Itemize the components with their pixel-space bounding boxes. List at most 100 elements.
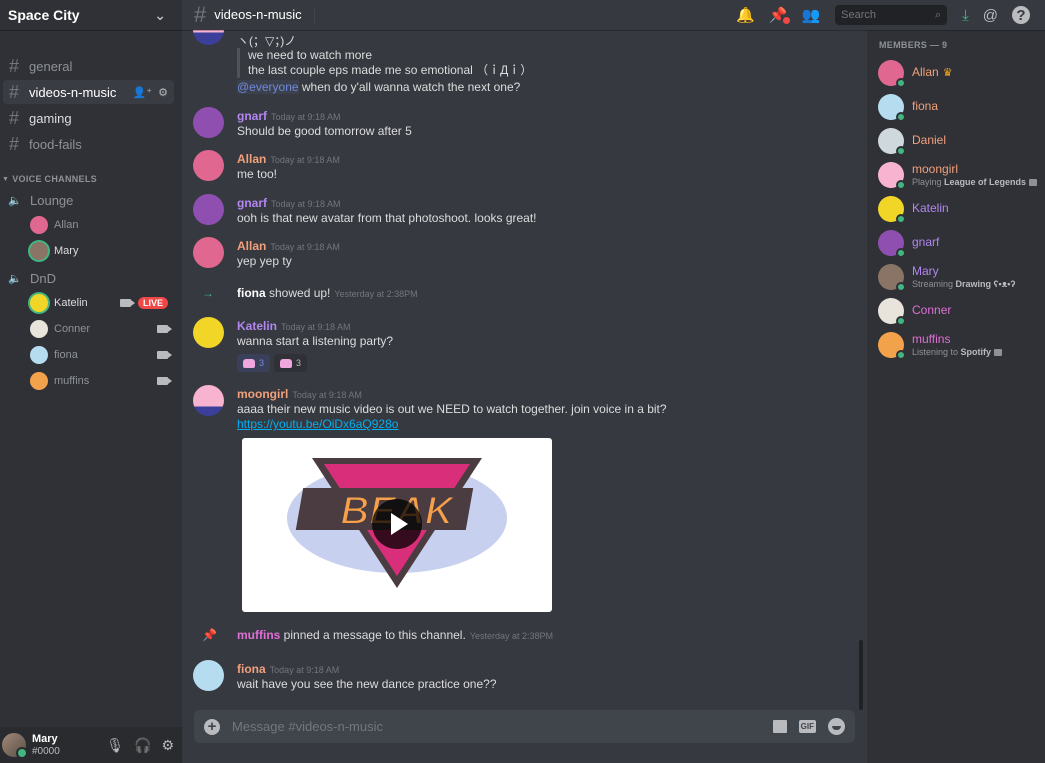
author-name[interactable]: gnarf bbox=[237, 109, 267, 123]
youtube-link[interactable]: https://youtu.be/OiDx6aQ928o bbox=[237, 417, 398, 431]
emoji-icon[interactable] bbox=[828, 718, 845, 735]
avatar[interactable] bbox=[193, 194, 224, 225]
channel-food-fails[interactable]: # food-fails bbox=[3, 132, 174, 156]
avatar bbox=[30, 216, 48, 234]
message-text: me too! bbox=[237, 167, 278, 181]
channel-videos-n-music[interactable]: # videos-n-music 👤⁺ ⚙ bbox=[3, 80, 174, 104]
timestamp: Today at 9:18 AM bbox=[269, 665, 340, 675]
avatar[interactable] bbox=[193, 385, 224, 416]
author-name[interactable]: Katelin bbox=[237, 319, 277, 333]
member-name: Conner bbox=[912, 303, 952, 318]
author-name[interactable]: fiona bbox=[237, 286, 266, 300]
member-item[interactable]: moongirl Playing League of Legends bbox=[867, 158, 1045, 192]
voice-category[interactable]: ▼ VOICE CHANNELS bbox=[0, 172, 182, 186]
members-icon[interactable]: 👥 bbox=[801, 6, 820, 24]
member-item[interactable]: Daniel bbox=[867, 124, 1045, 158]
member-item[interactable]: fiona bbox=[867, 90, 1045, 124]
avatar[interactable] bbox=[193, 660, 224, 691]
chevron-down-icon: ⌄ bbox=[154, 6, 166, 23]
timestamp: Today at 9:18 AM bbox=[271, 112, 341, 122]
member-item[interactable]: gnarf bbox=[867, 226, 1045, 260]
avatar[interactable] bbox=[193, 107, 224, 138]
member-item[interactable]: muffins Listening to Spotify bbox=[867, 328, 1045, 362]
member-activity: Streaming Drawing ʕ•ᴥ•ʔ bbox=[912, 278, 1016, 289]
author-name[interactable]: Allan bbox=[237, 152, 266, 166]
avatar bbox=[878, 128, 906, 156]
online-status-icon bbox=[896, 350, 906, 360]
author-name[interactable]: muffins bbox=[237, 628, 280, 642]
timestamp: Today at 9:18 AM bbox=[281, 322, 351, 332]
voice-user[interactable]: Mary bbox=[0, 238, 182, 264]
voice-user[interactable]: Allan bbox=[0, 212, 182, 238]
app-window: Space City ⌄ # general # videos-n-music … bbox=[0, 0, 1045, 763]
message-input[interactable] bbox=[232, 719, 773, 734]
avatar bbox=[30, 242, 48, 260]
avatar[interactable] bbox=[193, 30, 224, 45]
online-status-icon bbox=[896, 248, 906, 258]
gear-icon[interactable]: ⚙ bbox=[158, 86, 168, 99]
timestamp: Yesterday at 2:38PM bbox=[334, 289, 418, 299]
reaction-button[interactable]: 3 bbox=[237, 354, 271, 372]
author-name[interactable]: fiona bbox=[237, 662, 266, 676]
voice-user-name: Katelin bbox=[54, 297, 88, 309]
gift-icon[interactable] bbox=[772, 720, 787, 733]
channel-gaming[interactable]: # gaming bbox=[3, 106, 174, 130]
member-activity: Playing League of Legends bbox=[912, 177, 1038, 187]
scroll-thumb[interactable] bbox=[859, 640, 863, 710]
avatar[interactable] bbox=[193, 150, 224, 181]
member-item[interactable]: Mary Streaming Drawing ʕ•ᴥ•ʔ bbox=[867, 260, 1045, 294]
quote-line: we need to watch more bbox=[248, 48, 373, 62]
crown-icon: ♛ bbox=[942, 67, 953, 80]
channel-label: food-fails bbox=[29, 136, 82, 152]
member-item[interactable]: Katelin bbox=[867, 192, 1045, 226]
author-name[interactable]: Allan bbox=[237, 239, 266, 253]
add-attachment-icon[interactable]: + bbox=[204, 718, 220, 735]
scrollbar[interactable] bbox=[857, 30, 865, 710]
voice-channel-dnd[interactable]: 🔈 DnD bbox=[0, 266, 182, 290]
help-icon[interactable]: ? bbox=[1012, 6, 1030, 24]
author-name[interactable]: moongirl bbox=[237, 387, 288, 401]
everyone-mention[interactable]: @everyone bbox=[237, 80, 299, 94]
bell-icon[interactable]: 🔔 bbox=[736, 6, 755, 24]
invite-user-icon[interactable]: 👤⁺ bbox=[133, 86, 153, 99]
server-name: Space City bbox=[8, 7, 80, 23]
member-name: gnarf bbox=[912, 235, 940, 250]
avatar bbox=[878, 94, 906, 122]
hash-icon: # bbox=[194, 2, 207, 27]
voice-user[interactable]: Katelin LIVE bbox=[0, 290, 182, 316]
channel-title: videos-n-music bbox=[214, 7, 315, 23]
member-item[interactable]: Allan ♛ bbox=[867, 56, 1045, 90]
avatar bbox=[878, 230, 906, 258]
voice-user[interactable]: muffins bbox=[0, 368, 182, 394]
channel-general[interactable]: # general bbox=[3, 54, 174, 78]
server-header[interactable]: Space City ⌄ bbox=[0, 0, 182, 30]
voice-channel-label: DnD bbox=[30, 270, 57, 286]
message-text: ヽ(；▽；)ノ bbox=[237, 34, 297, 48]
search-input[interactable]: Search ⌕ bbox=[835, 5, 948, 25]
author-name[interactable]: gnarf bbox=[237, 196, 267, 210]
channel-label: videos-n-music bbox=[29, 84, 117, 100]
voice-user[interactable]: fiona bbox=[0, 342, 182, 368]
gear-icon[interactable]: ⚙ bbox=[161, 737, 174, 754]
avatar bbox=[878, 264, 906, 292]
microphone-icon[interactable]: 🎙 bbox=[106, 737, 124, 754]
online-status-icon bbox=[896, 180, 906, 190]
voice-channel-lounge[interactable]: 🔈 Lounge bbox=[0, 188, 182, 212]
reaction-button[interactable]: 3 bbox=[274, 354, 308, 372]
headphones-icon[interactable]: 🎧 bbox=[134, 737, 151, 754]
pin-icon[interactable]: 📌 bbox=[769, 6, 791, 24]
message-text: yep yep ty bbox=[237, 254, 292, 268]
avatar[interactable] bbox=[2, 733, 28, 759]
online-status-icon bbox=[896, 214, 906, 224]
member-item[interactable]: Conner bbox=[867, 294, 1045, 328]
avatar[interactable] bbox=[193, 237, 224, 268]
voice-user[interactable]: Conner bbox=[0, 316, 182, 342]
member-name: muffins bbox=[912, 331, 951, 346]
speaker-icon: 🔈 bbox=[8, 194, 22, 207]
gif-button[interactable]: GIF bbox=[798, 720, 816, 733]
mention-icon[interactable]: @ bbox=[983, 7, 998, 24]
avatar[interactable] bbox=[193, 317, 224, 348]
video-embed[interactable]: BEAK bbox=[242, 438, 552, 612]
avatar bbox=[30, 320, 48, 338]
download-icon[interactable]: ⤓ bbox=[962, 7, 969, 24]
